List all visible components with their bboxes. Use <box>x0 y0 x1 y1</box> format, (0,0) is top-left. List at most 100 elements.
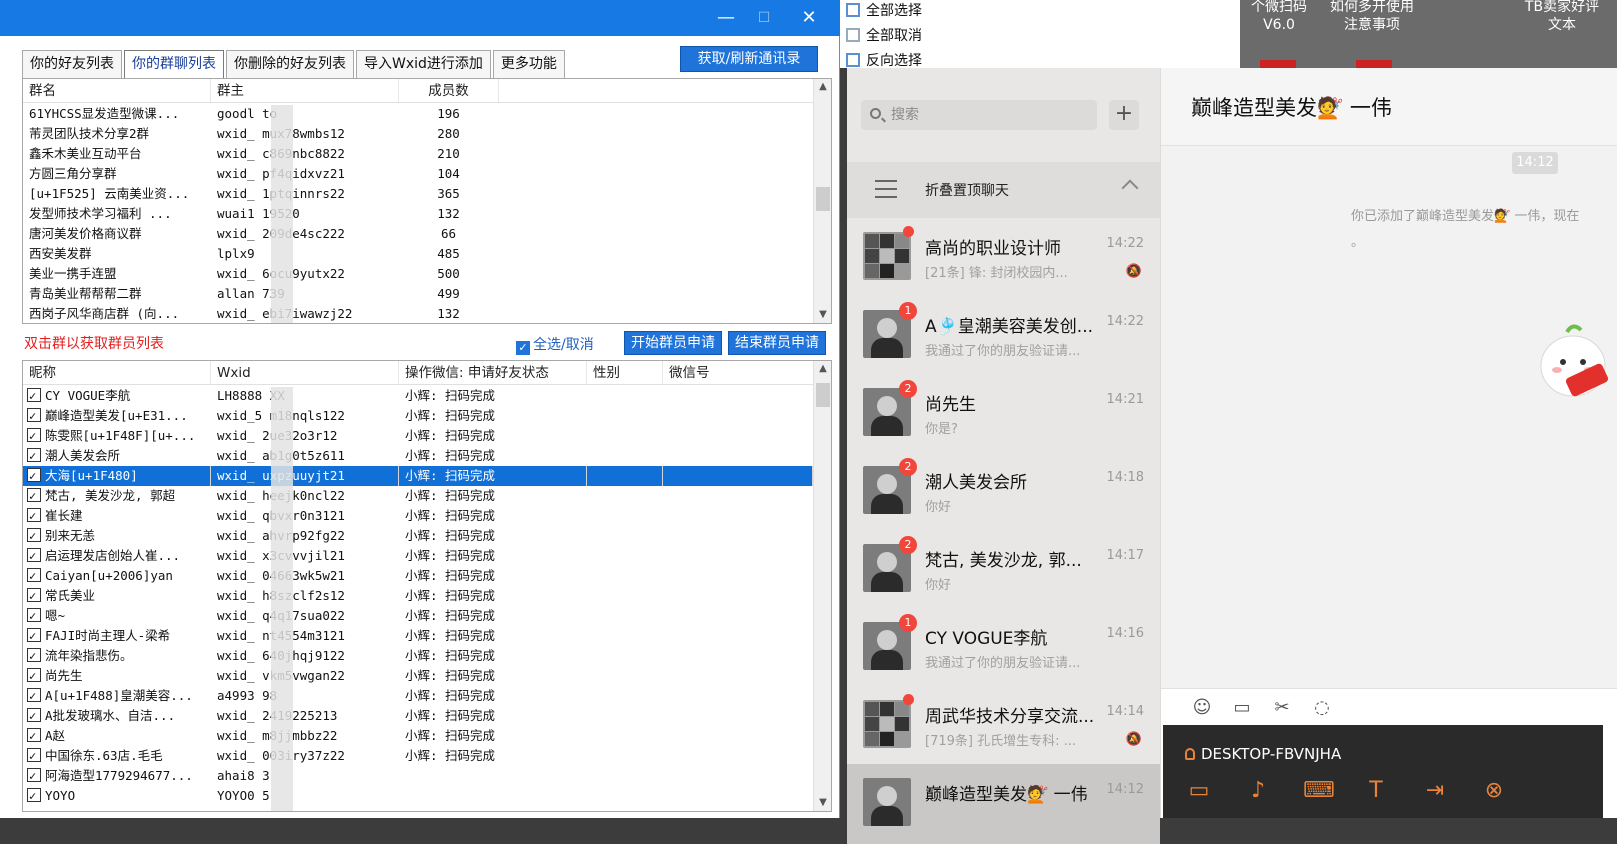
add-chat-button[interactable]: + <box>1109 100 1139 130</box>
row-checkbox[interactable] <box>27 466 41 486</box>
chevron-up-icon[interactable] <box>1121 179 1139 197</box>
row-checkbox[interactable] <box>27 666 41 686</box>
group-row[interactable]: 方圆三角分享群 wxid_ pf4qidxvz21 104 <box>23 164 813 184</box>
col-nickname[interactable]: 昵称 <box>23 361 211 384</box>
tab-import-wxid[interactable]: 导入Wxid进行添加 <box>356 50 491 78</box>
member-row[interactable]: FAJI时尚主理人-梁希 wxid_ nt4554m3121 小辉: 扫码完成 <box>23 626 813 646</box>
minimize-icon[interactable]: — <box>714 6 738 30</box>
start-member-apply-button[interactable]: 开始群员申请 <box>624 331 722 355</box>
search-input[interactable]: 搜索 <box>861 100 1097 130</box>
desktop-icon-label[interactable]: 个微扫码 V6.0 <box>1244 0 1314 34</box>
member-list-table[interactable]: 昵称 Wxid 操作微信: 申请好友状态 性别 微信号 CY VOGUE李航 LH… <box>22 360 832 812</box>
row-checkbox[interactable] <box>27 406 41 426</box>
tab-deleted-friends[interactable]: 你删除的好友列表 <box>226 50 354 78</box>
member-row[interactable]: A赵 wxid_ m8jjmbbz22 小辉: 扫码完成 <box>23 726 813 746</box>
col-wxid[interactable]: Wxid <box>211 361 399 384</box>
emoji-icon[interactable]: ☺ <box>1191 697 1213 719</box>
col-wechat-id[interactable]: 微信号 <box>663 361 813 384</box>
desktop-icon-label[interactable]: 如何多开使用 注意事项 <box>1322 0 1422 34</box>
chat-list-item[interactable]: 1 CY VOGUE李航 14:16 我通过了你的朋友验证请... <box>847 608 1160 688</box>
member-row[interactable]: YOYO YOYO0 5 <box>23 786 813 806</box>
member-row[interactable]: 中国徐东.63店.毛毛 wxid_ 003iry37z22 小辉: 扫码完成 <box>23 746 813 766</box>
tab-groups[interactable]: 你的群聊列表 <box>124 50 224 78</box>
file-transfer-icon[interactable]: ⇥ <box>1421 777 1449 805</box>
row-checkbox[interactable] <box>27 606 41 626</box>
scroll-up-icon[interactable]: ▲ <box>814 361 831 377</box>
row-checkbox[interactable] <box>27 686 41 706</box>
chat-list-item[interactable]: 高尚的职业设计师 14:22 [21条] 锋: 封闭校园内... 🔕 <box>847 218 1160 298</box>
row-checkbox[interactable] <box>27 386 41 406</box>
scroll-thumb[interactable] <box>816 383 830 407</box>
group-row[interactable]: 美业一携手连盟 wxid_ 6ocu9yutx22 500 <box>23 264 813 284</box>
member-row[interactable]: 巅峰造型美发[u+E31... wxid_5 m18nqls122 小辉: 扫码完成 <box>23 406 813 426</box>
scroll-down-icon[interactable]: ▼ <box>814 795 831 811</box>
member-row[interactable]: 常氏美业 wxid_ h8szclf2s12 小辉: 扫码完成 <box>23 586 813 606</box>
row-checkbox[interactable] <box>27 746 41 766</box>
close-icon[interactable]: ✕ <box>797 6 821 30</box>
group-row[interactable]: 西安美发群 lplx9 485 <box>23 244 813 264</box>
group-row[interactable]: 发型师技术学习福利 ... wuai1 19520 132 <box>23 204 813 224</box>
group-row[interactable]: 唐河美发价格商议群 wxid_ 209de4sc222 66 <box>23 224 813 244</box>
row-checkbox[interactable] <box>27 726 41 746</box>
member-row[interactable]: 嗯~ wxid_ q4q17sua022 小辉: 扫码完成 <box>23 606 813 626</box>
member-row[interactable]: 陈雯熙[u+1F48F][u+... wxid_ 2ue32o3r12 小辉: 扫码… <box>23 426 813 446</box>
row-checkbox[interactable] <box>27 786 41 806</box>
member-row[interactable]: 梵古, 美发沙龙, 郭超 wxid_ heejk0ncl22 小辉: 扫码完成 <box>23 486 813 506</box>
chat-list-item[interactable]: 1 A🎐皇潮美容美发创... 14:22 我通过了你的朋友验证请... <box>847 296 1160 376</box>
col-apply-status[interactable]: 操作微信: 申请好友状态 <box>399 361 587 384</box>
chat-list-item[interactable]: 2 潮人美发会所 14:18 你好 <box>847 452 1160 532</box>
member-row[interactable]: 大海[u+1F480] wxid_ uxpzuuyjt21小辉: 扫码完成 <box>23 466 813 486</box>
chat-list-item[interactable]: 周武华技术分享交流... 14:14 [719条] 孔氏增生专科: ... 🔕 <box>847 686 1160 766</box>
chat-list-item[interactable]: 2 梵古, 美发沙龙, 郭... 14:17 你好 <box>847 530 1160 610</box>
row-checkbox[interactable] <box>27 526 41 546</box>
member-row[interactable]: A[u+1F488]皇潮美容... a4993 98 小辉: 扫码完成 <box>23 686 813 706</box>
chat-bubble-icon[interactable]: ◌ <box>1311 697 1333 719</box>
member-row[interactable]: 尚先生 wxid_ vkm5vwgan22 小辉: 扫码完成 <box>23 666 813 686</box>
row-checkbox[interactable] <box>27 706 41 726</box>
maximize-icon[interactable]: ☐ <box>752 6 776 30</box>
desktop-icon-label[interactable]: TB卖家好评 文本 <box>1510 0 1614 34</box>
menu-deselect-all[interactable]: 全部取消 <box>846 25 922 50</box>
col-group-owner[interactable]: 群主 <box>211 79 399 102</box>
tab-more[interactable]: 更多功能 <box>492 50 565 78</box>
member-row[interactable]: A批发玻璃水、自洁... wxid_ 2419225213 小辉: 扫码完成 <box>23 706 813 726</box>
row-checkbox[interactable] <box>27 446 41 466</box>
group-row[interactable]: 青岛美业帮帮帮二群 allan 739 499 <box>23 284 813 304</box>
member-row[interactable]: 流年染指悲伤。 wxid_ 640jhqj9122 小辉: 扫码完成 <box>23 646 813 666</box>
group-row[interactable]: 芾灵团队技术分享2群 wxid_ mux78wmbs12 280 <box>23 124 813 144</box>
row-checkbox[interactable] <box>27 626 41 646</box>
chat-list-item[interactable]: 2 尚先生 14:21 你是? <box>847 374 1160 454</box>
folded-pinned-chats[interactable]: 折叠置顶聊天 <box>847 162 1160 218</box>
menu-select-all[interactable]: 全部选择 <box>846 0 922 25</box>
member-row[interactable]: 阿海造型1779294677... ahai8 3 <box>23 766 813 786</box>
refresh-contacts-button[interactable]: 获取/刷新通讯录 <box>680 46 818 72</box>
group-scrollbar[interactable]: ▲ ▼ <box>813 79 831 323</box>
keyboard-icon[interactable]: ⌨ <box>1303 777 1335 805</box>
row-checkbox[interactable] <box>27 766 41 786</box>
member-row[interactable]: 启运理发店创始人崔... wxid_ x3cvvvjil21 小辉: 扫码完成 <box>23 546 813 566</box>
group-row[interactable]: 西岗子风华商店群 (向... wxid_ ebi7iwawzj22 132 <box>23 304 813 323</box>
scroll-thumb[interactable] <box>816 187 830 211</box>
member-row[interactable]: Caiyan[u+2006]yan wxid_ 04663wk5w21 小辉: 扫码… <box>23 566 813 586</box>
tab-friends[interactable]: 你的好友列表 <box>22 50 122 78</box>
row-checkbox[interactable] <box>27 646 41 666</box>
member-row[interactable]: 崔长建 wxid_ qbvxr0n3121 小辉: 扫码完成 <box>23 506 813 526</box>
row-checkbox[interactable] <box>27 566 41 586</box>
scissors-icon[interactable]: ✂ <box>1271 697 1293 719</box>
row-checkbox[interactable] <box>27 426 41 446</box>
col-gender[interactable]: 性别 <box>587 361 663 384</box>
member-row[interactable]: CY VOGUE李航 LH8888 XX 小辉: 扫码完成 <box>23 386 813 406</box>
member-row[interactable]: 别来无恙 wxid_ ahvrp92fg22 小辉: 扫码完成 <box>23 526 813 546</box>
member-scrollbar[interactable]: ▲ ▼ <box>813 361 831 811</box>
col-member-count[interactable]: 成员数 <box>399 79 499 102</box>
row-checkbox[interactable] <box>27 486 41 506</box>
scroll-down-icon[interactable]: ▼ <box>814 307 831 323</box>
message-icon[interactable]: ▭ <box>1185 777 1213 805</box>
chat-list-item[interactable]: 巅峰造型美发💇 一伟 14:12 <box>847 764 1160 844</box>
select-all-toggle[interactable]: ✓ 全选/取消 <box>516 334 594 355</box>
row-checkbox[interactable] <box>27 506 41 526</box>
folder-icon[interactable]: ▭ <box>1231 697 1253 719</box>
microphone-icon[interactable]: ♪ <box>1244 777 1272 805</box>
group-row[interactable]: [u+1F525] 云南美业资... wxid_ 1ptqinnrs22 365 <box>23 184 813 204</box>
group-list-table[interactable]: 群名 群主 成员数 61YHCSS显发造型微课... goodl to 196 芾灵团… <box>22 78 832 324</box>
